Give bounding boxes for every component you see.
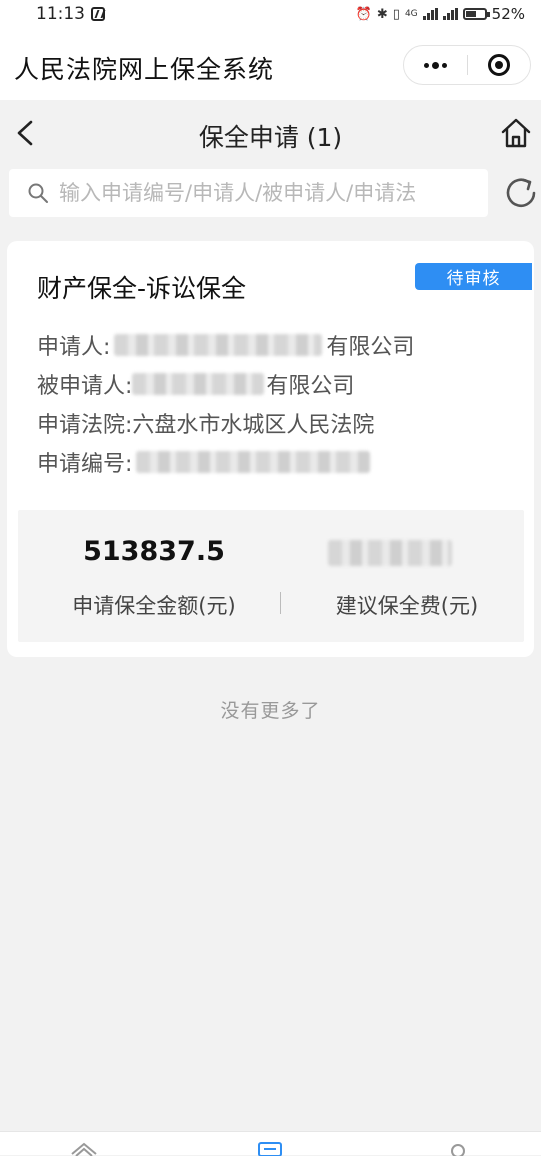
more-icon[interactable] xyxy=(404,45,467,85)
amount-value: 513837.5 xyxy=(83,536,225,567)
number-label: 申请编号: xyxy=(37,452,133,477)
page-header: 保全申请 (1) xyxy=(0,100,541,166)
search-box[interactable] xyxy=(9,169,488,217)
court-value: 六盘水市水城区人民法院 xyxy=(132,413,375,438)
signal-icon xyxy=(422,8,438,20)
status-left: 11:13 xyxy=(36,4,105,24)
no-more-text: 没有更多了 xyxy=(220,700,321,722)
nfc-icon xyxy=(91,7,105,21)
applicant-label: 申请人: xyxy=(37,335,111,360)
status-badge: 待审核 xyxy=(415,263,532,290)
search-input[interactable] xyxy=(57,180,477,206)
refresh-icon[interactable] xyxy=(503,174,539,212)
capsule-menu xyxy=(403,45,531,85)
respondent-row: 被申请人: 有限公司 xyxy=(37,368,354,400)
status-right: ⏰ ✱ ▯ 4G 52% xyxy=(356,5,525,23)
amount-summary: 513837.5 申请保全金额(元) 建议保全费(元) xyxy=(18,510,524,642)
application-tab-icon[interactable] xyxy=(255,1140,285,1156)
target-icon xyxy=(487,54,510,76)
redacted-fee-value xyxy=(328,540,452,566)
applicant-row: 申请人: 有限公司 xyxy=(37,329,414,361)
home-tab-icon[interactable] xyxy=(69,1140,99,1156)
card-title: 财产保全-诉讼保全 xyxy=(37,274,247,303)
number-row: 申请编号: xyxy=(37,446,371,478)
bottom-tab-bar xyxy=(0,1131,541,1156)
redacted-number xyxy=(136,451,371,473)
vibrate-icon: ▯ xyxy=(392,6,400,22)
profile-tab-icon[interactable] xyxy=(443,1140,473,1156)
respondent-suffix: 有限公司 xyxy=(266,374,355,399)
battery-level: 52% xyxy=(491,5,525,23)
court-label: 申请法院: xyxy=(37,413,133,438)
battery-icon xyxy=(462,8,490,20)
court-row: 申请法院: 六盘水市水城区人民法院 xyxy=(37,407,374,439)
network-label: 4G xyxy=(404,9,418,19)
status-time: 11:13 xyxy=(36,4,85,24)
signal-icon-2 xyxy=(442,8,458,20)
close-mini-program-button[interactable] xyxy=(468,45,530,85)
search-icon xyxy=(28,183,48,203)
bluetooth-icon: ✱ xyxy=(376,6,388,22)
fee-label: 建议保全费(元) xyxy=(335,594,479,618)
app-bar: 人民法院网上保全系统 xyxy=(0,28,541,100)
respondent-label: 被申请人: xyxy=(37,374,133,399)
application-card[interactable]: 待审核 财产保全-诉讼保全 申请人: 有限公司 被申请人: 有限公司 申请法院:… xyxy=(7,241,534,657)
redacted-respondent xyxy=(132,373,265,395)
amount-label: 申请保全金额(元) xyxy=(72,594,236,618)
status-bar: 11:13 ⏰ ✱ ▯ 4G 52% xyxy=(0,0,541,28)
alarm-icon: ⏰ xyxy=(355,6,372,22)
redacted-applicant xyxy=(114,334,323,356)
app-title: 人民法院网上保全系统 xyxy=(14,55,275,84)
applicant-suffix: 有限公司 xyxy=(326,335,415,360)
page-title: 保全申请 (1) xyxy=(198,123,343,152)
home-icon[interactable] xyxy=(500,117,532,149)
summary-divider xyxy=(280,592,281,614)
